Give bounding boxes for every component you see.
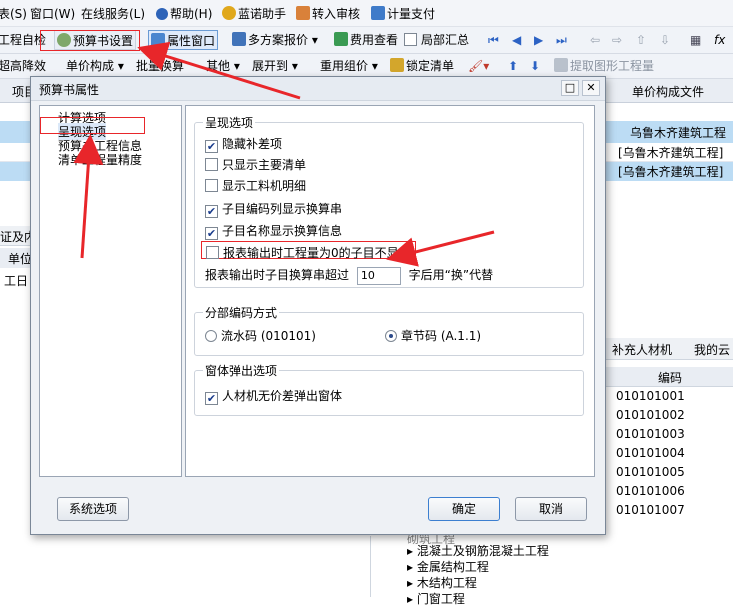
annotation-arrow — [73, 134, 104, 259]
annotation-arrow — [386, 230, 495, 267]
annotation-arrow — [137, 41, 301, 100]
annotation-arrows — [73, 41, 495, 267]
